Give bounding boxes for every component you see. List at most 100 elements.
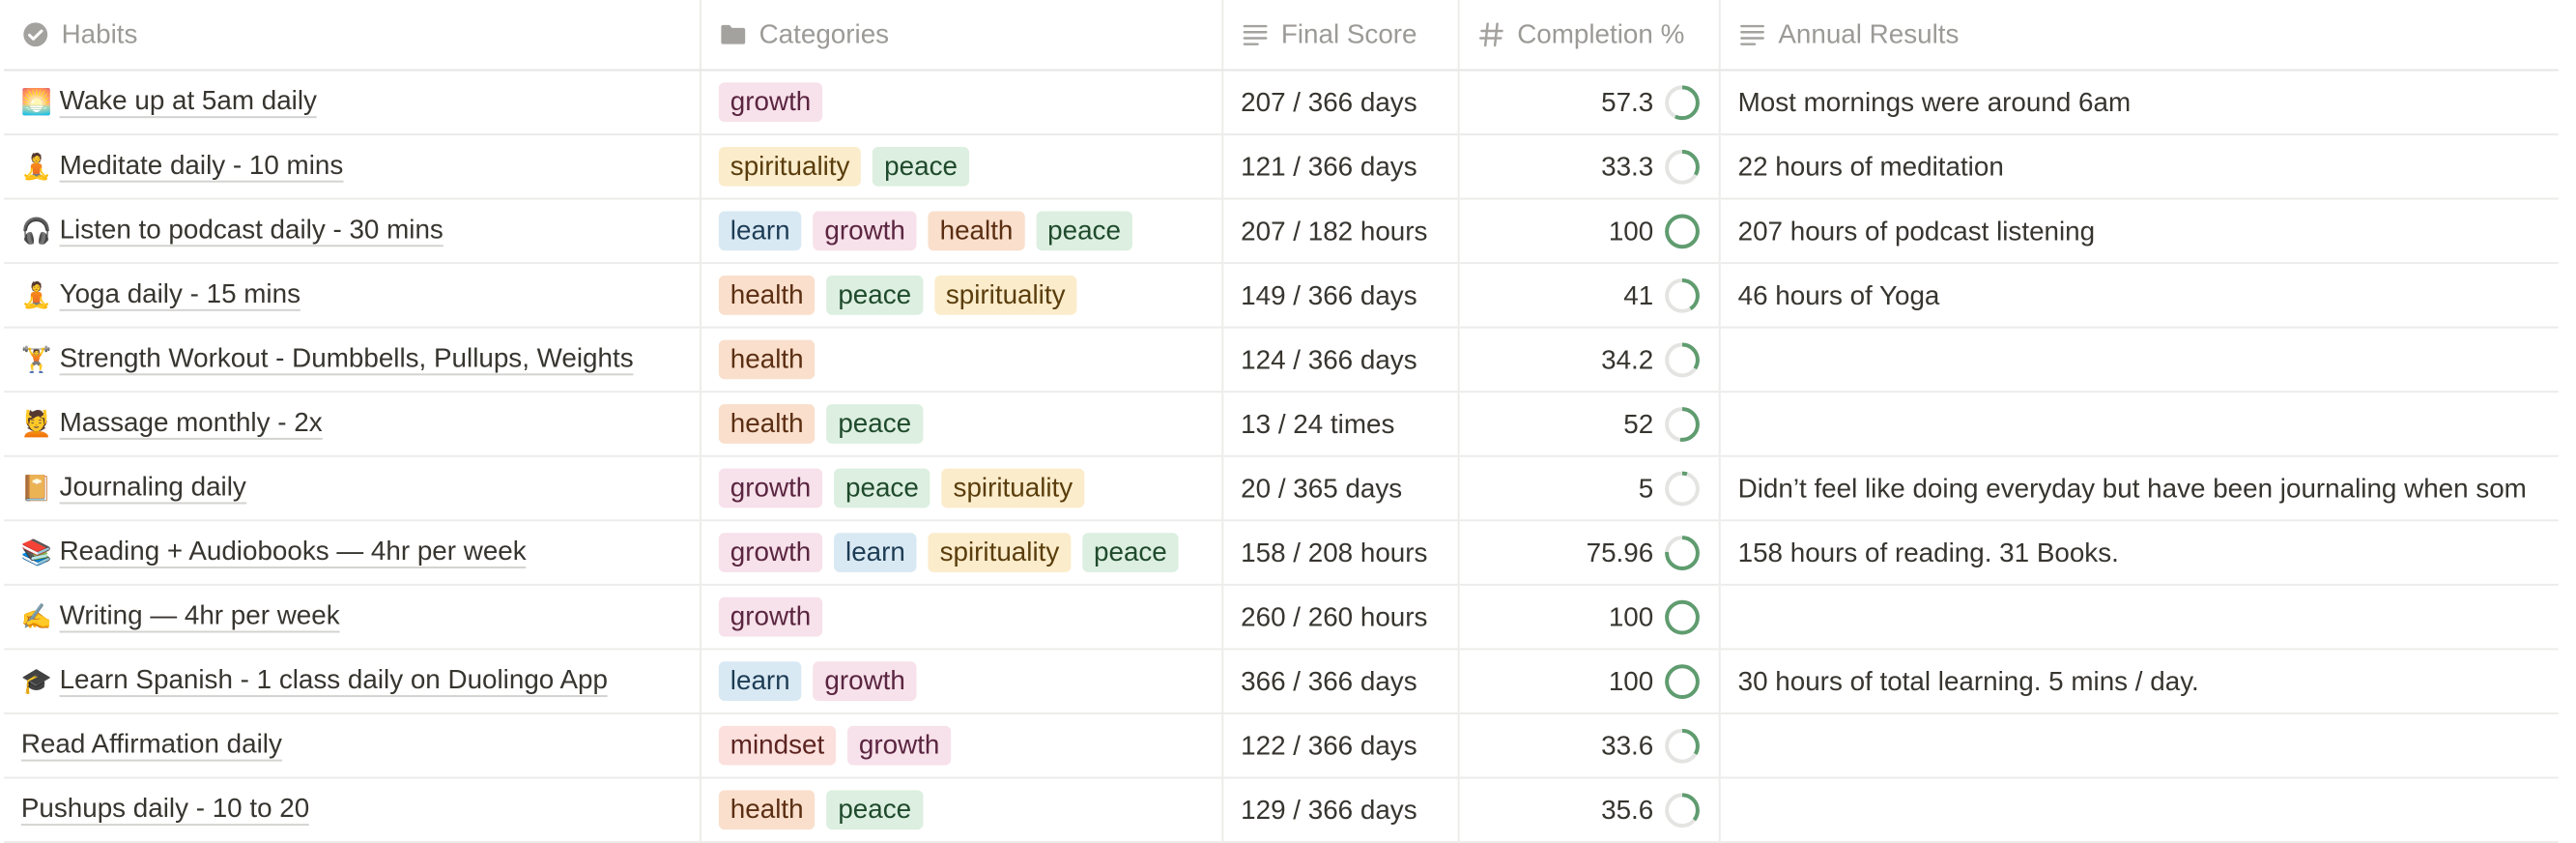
categories-cell[interactable]: spirituality peace: [700, 134, 1223, 200]
completion-cell[interactable]: 52: [1457, 392, 1720, 457]
table-row[interactable]: 🧘 Meditate daily - 10 mins spirituality pea…: [3, 134, 2559, 200]
table-row[interactable]: 🧘 Yoga daily - 15 mins health peace spiritua…: [3, 263, 2559, 329]
habit-emoji-icon: ✍️: [20, 601, 53, 631]
table-row[interactable]: 📔 Journaling daily growth peace spirituality…: [3, 455, 2559, 522]
habit-cell[interactable]: 🎧 Listen to podcast daily - 30 mins: [3, 198, 701, 265]
table-row[interactable]: 🎓 Learn Spanish - 1 class daily on Duolin…: [3, 649, 2559, 714]
completion-cell[interactable]: 41: [1457, 263, 1720, 329]
completion-cell[interactable]: 34.2: [1457, 327, 1720, 393]
habit-name-link[interactable]: Writing — 4hr per week: [59, 600, 340, 633]
categories-cell[interactable]: health: [700, 327, 1223, 393]
categories-cell[interactable]: health peace: [700, 392, 1223, 457]
table-row[interactable]: 💆 Massage monthly - 2x health peace 13 / 24 …: [3, 392, 2559, 457]
habit-emoji-icon: 📚: [20, 538, 53, 567]
completion-cell[interactable]: 100: [1457, 198, 1720, 265]
annual-results-cell[interactable]: 207 hours of podcast listening: [1718, 198, 2559, 265]
final-score-cell[interactable]: 149 / 366 days: [1221, 263, 1459, 329]
categories-cell[interactable]: learn growth health peace: [700, 198, 1223, 265]
column-header-categories[interactable]: Categories: [700, 0, 1223, 72]
final-score-cell[interactable]: 207 / 182 hours: [1221, 198, 1459, 265]
habit-name-link[interactable]: Yoga daily - 15 mins: [59, 278, 301, 311]
categories-cell[interactable]: growth peace spirituality: [700, 455, 1223, 522]
habit-cell[interactable]: 🌅 Wake up at 5am daily: [3, 70, 701, 136]
habit-cell[interactable]: 💆 Massage monthly - 2x: [3, 392, 701, 457]
habit-name-link[interactable]: Pushups daily - 10 to 20: [20, 794, 310, 827]
completion-value: 52: [1623, 408, 1654, 439]
table-row[interactable]: 🏋️ Strength Workout - Dumbbells, Pullups,…: [3, 327, 2559, 393]
habit-cell[interactable]: ✍️ Writing — 4hr per week: [3, 584, 701, 651]
column-header-annual-results[interactable]: Annual Results: [1718, 0, 2559, 72]
category-tag: peace: [1082, 533, 1179, 572]
final-score-cell[interactable]: 129 / 366 days: [1221, 777, 1459, 843]
completion-cell[interactable]: 33.3: [1457, 134, 1720, 200]
final-score-cell[interactable]: 260 / 260 hours: [1221, 584, 1459, 651]
habit-cell[interactable]: 🧘 Meditate daily - 10 mins: [3, 134, 701, 200]
habit-name-link[interactable]: Learn Spanish - 1 class daily on Duoling…: [59, 665, 608, 697]
habit-name-link[interactable]: Journaling daily: [59, 472, 246, 505]
categories-cell[interactable]: health peace spirituality: [700, 263, 1223, 329]
table-row[interactable]: 📚 Reading + Audiobooks — 4hr per week grow…: [3, 520, 2559, 586]
annual-results-cell[interactable]: [1718, 584, 2559, 651]
completion-cell[interactable]: 100: [1457, 584, 1720, 651]
completion-cell[interactable]: 33.6: [1457, 712, 1720, 779]
annual-results-cell[interactable]: [1718, 392, 2559, 457]
column-header-final-score[interactable]: Final Score: [1221, 0, 1459, 72]
annual-results-cell[interactable]: Most mornings were around 6am: [1718, 70, 2559, 136]
completion-value: 34.2: [1601, 344, 1654, 374]
category-tag: growth: [718, 468, 823, 509]
habit-cell[interactable]: 🎓 Learn Spanish - 1 class daily on Duolin…: [3, 649, 701, 714]
category-tag: health: [718, 790, 816, 830]
categories-cell[interactable]: growth: [700, 70, 1223, 136]
column-header-completion[interactable]: Completion %: [1457, 0, 1720, 72]
completion-cell[interactable]: 57.3: [1457, 70, 1720, 136]
annual-results-cell[interactable]: [1718, 327, 2559, 393]
completion-cell[interactable]: 100: [1457, 649, 1720, 714]
annual-results-cell[interactable]: 30 hours of total learning. 5 mins / day…: [1718, 649, 2559, 714]
completion-cell[interactable]: 35.6: [1457, 777, 1720, 843]
annual-results-cell[interactable]: 158 hours of reading. 31 Books.: [1718, 520, 2559, 586]
habit-cell[interactable]: 🏋️ Strength Workout - Dumbbells, Pullups,…: [3, 327, 701, 393]
table-row[interactable]: 🌅 Wake up at 5am daily growth 207 / 366 day…: [3, 70, 2559, 136]
annual-results-cell[interactable]: [1718, 712, 2559, 779]
categories-cell[interactable]: mindset growth: [700, 712, 1223, 779]
final-score-cell[interactable]: 121 / 366 days: [1221, 134, 1459, 200]
final-score-cell[interactable]: 20 / 365 days: [1221, 455, 1459, 522]
annual-results-cell[interactable]: [1718, 777, 2559, 843]
final-score-cell[interactable]: 122 / 366 days: [1221, 712, 1459, 779]
categories-cell[interactable]: health peace: [700, 777, 1223, 843]
final-score-cell[interactable]: 158 / 208 hours: [1221, 520, 1459, 586]
habit-name-link[interactable]: Read Affirmation daily: [20, 729, 282, 762]
text-lines-icon: [1243, 24, 1268, 45]
final-score-cell[interactable]: 207 / 366 days: [1221, 70, 1459, 136]
annual-results-cell[interactable]: 22 hours of meditation: [1718, 134, 2559, 200]
table-row[interactable]: Pushups daily - 10 to 20 health peace 129 /…: [3, 777, 2559, 843]
annual-results-cell[interactable]: Didn’t feel like doing everyday but have…: [1718, 455, 2559, 522]
categories-cell[interactable]: growth: [700, 584, 1223, 651]
completion-cell[interactable]: 5: [1457, 455, 1720, 522]
table-row[interactable]: 🎧 Listen to podcast daily - 30 mins learn g…: [3, 198, 2559, 265]
table-row[interactable]: ✍️ Writing — 4hr per week growth 260 / 260 …: [3, 584, 2559, 651]
progress-ring-icon: [1665, 277, 1700, 313]
habit-cell[interactable]: 📔 Journaling daily: [3, 455, 701, 522]
column-header-habits[interactable]: Habits: [3, 0, 701, 72]
table-row[interactable]: Read Affirmation daily mindset growth 122 /…: [3, 712, 2559, 779]
categories-cell[interactable]: growth learn spirituality peace: [700, 520, 1223, 586]
habit-cell[interactable]: 🧘 Yoga daily - 15 mins: [3, 263, 701, 329]
habit-cell[interactable]: Read Affirmation daily: [3, 712, 701, 779]
final-score-cell[interactable]: 124 / 366 days: [1221, 327, 1459, 393]
category-tag: peace: [826, 790, 924, 830]
habit-name-link[interactable]: Wake up at 5am daily: [59, 86, 317, 119]
habit-name-link[interactable]: Strength Workout - Dumbbells, Pullups, W…: [59, 343, 634, 376]
habit-name-link[interactable]: Listen to podcast daily - 30 mins: [59, 215, 444, 247]
final-score-cell[interactable]: 13 / 24 times: [1221, 392, 1459, 457]
completion-cell[interactable]: 75.96: [1457, 520, 1720, 586]
habit-name-link[interactable]: Reading + Audiobooks — 4hr per week: [59, 536, 527, 568]
habit-cell[interactable]: 📚 Reading + Audiobooks — 4hr per week: [3, 520, 701, 586]
habit-name-link[interactable]: Meditate daily - 10 mins: [59, 150, 344, 183]
annual-results-cell[interactable]: 46 hours of Yoga: [1718, 263, 2559, 329]
categories-cell[interactable]: learn growth: [700, 649, 1223, 714]
category-tag: growth: [813, 661, 917, 702]
habit-name-link[interactable]: Massage monthly - 2x: [59, 407, 323, 440]
final-score-cell[interactable]: 366 / 366 days: [1221, 649, 1459, 714]
habit-cell[interactable]: Pushups daily - 10 to 20: [3, 777, 701, 843]
